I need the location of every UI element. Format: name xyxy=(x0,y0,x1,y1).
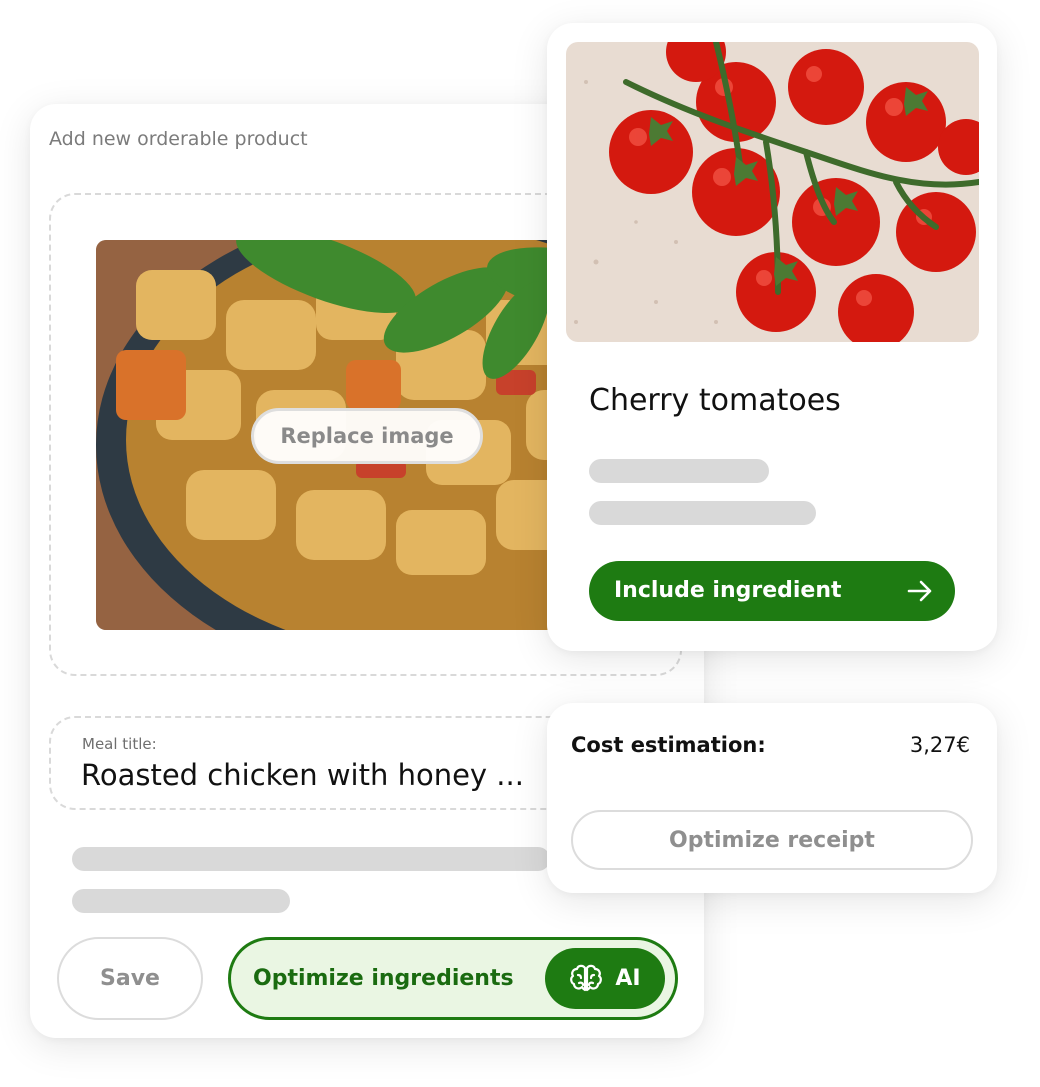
ingredient-name: Cherry tomatoes xyxy=(589,383,841,418)
optimize-ingredients-label: Optimize ingredients xyxy=(253,966,514,991)
ai-label: AI xyxy=(615,966,641,991)
ai-badge: AI xyxy=(545,948,665,1009)
ingredient-card: Cherry tomatoes Include ingredient xyxy=(547,23,997,651)
include-ingredient-button[interactable]: Include ingredient xyxy=(589,561,955,621)
skeleton-line xyxy=(72,889,290,913)
replace-image-button[interactable]: Replace image xyxy=(251,408,483,464)
meal-title-value[interactable]: Roasted chicken with honey ... xyxy=(81,758,524,792)
meal-title-label: Meal title: xyxy=(82,735,157,753)
card-title: Add new orderable product xyxy=(49,128,308,150)
skeleton-line xyxy=(72,847,550,871)
arrow-right-icon xyxy=(907,580,932,602)
optimize-receipt-button[interactable]: Optimize receipt xyxy=(571,810,973,870)
brain-icon xyxy=(570,964,603,991)
include-ingredient-label: Include ingredient xyxy=(614,578,842,603)
ingredient-image xyxy=(566,42,979,342)
skeleton-line xyxy=(589,501,816,525)
optimize-ingredients-button[interactable]: Optimize ingredients AI xyxy=(228,937,678,1020)
skeleton-line xyxy=(589,459,769,483)
cost-estimation-value: 3,27€ xyxy=(909,733,970,757)
cost-estimation-card: Cost estimation: 3,27€ Optimize receipt xyxy=(547,703,997,893)
save-button[interactable]: Save xyxy=(57,937,203,1020)
cost-estimation-label: Cost estimation: xyxy=(571,733,766,757)
